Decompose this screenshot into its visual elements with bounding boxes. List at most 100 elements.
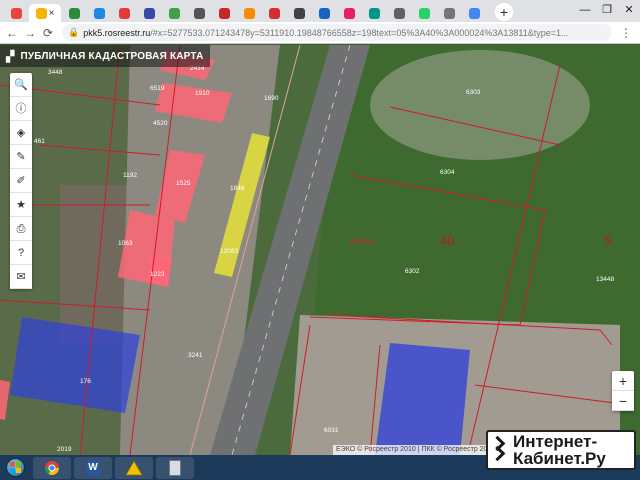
favicon-icon [68, 7, 80, 19]
parcel-label: 6304 [440, 169, 455, 176]
zoom-in-button[interactable]: + [612, 371, 634, 391]
parcel-label: 1223 [150, 271, 165, 278]
favicon-icon [293, 7, 305, 19]
tab-favicon-18[interactable] [437, 4, 461, 22]
tab-favicon-1[interactable] [4, 4, 28, 22]
tab-close-icon[interactable]: × [49, 8, 55, 19]
parcel-label: 461 [34, 138, 45, 145]
parcel-label: 6303 [466, 89, 481, 96]
word-taskbar-icon[interactable]: W [74, 456, 112, 479]
start-button[interactable] [0, 455, 30, 480]
tab-favicon-10[interactable] [237, 4, 261, 22]
favicon-icon [218, 7, 230, 19]
parcel-label: 6031 [324, 427, 339, 434]
parcel-label: 6302 [405, 268, 420, 275]
tab-favicon-19[interactable] [462, 4, 486, 22]
tab-favicon-12[interactable] [287, 4, 311, 22]
satellite-map-canvas[interactable]: 3448 6519 2414 1910 1690 4520 461 1192 1… [0, 45, 640, 455]
parcel-label: 4520 [153, 120, 168, 127]
search-icon[interactable]: 🔍 [10, 73, 32, 97]
tab-favicon-8[interactable] [187, 4, 211, 22]
info-icon[interactable]: ⓘ [10, 97, 32, 121]
new-tab-button[interactable]: + [495, 3, 513, 21]
tab-favicon-5[interactable] [112, 4, 136, 22]
browser-tab-strip: × + [0, 0, 640, 22]
favicon-icon [368, 7, 380, 19]
tab-favicon-13[interactable] [312, 4, 336, 22]
favicon-icon [143, 7, 155, 19]
parcel-label: 1525 [176, 180, 191, 187]
lock-icon: 🔒 [68, 27, 80, 37]
watermark-line-2: Кабинет.Ру [513, 449, 606, 468]
parcel-label: 3241 [188, 352, 203, 359]
chevron-logo-icon [489, 435, 507, 465]
pencil-icon[interactable]: ✎ [10, 145, 32, 169]
reload-button[interactable]: ⟳ [40, 25, 56, 41]
map-toolbar: 🔍 ⓘ ◈ ✎ ✐ ★ ⎙? ✉ [10, 73, 32, 289]
warning-taskbar-icon[interactable] [115, 456, 153, 479]
parcel-label: 6519 [150, 85, 165, 92]
print-icon[interactable]: ⎙ [10, 217, 32, 241]
parcel-label: 13448 [596, 276, 614, 283]
forward-button[interactable]: → [22, 25, 38, 41]
word-icon: W [86, 459, 100, 476]
parcel-label: 176 [80, 378, 91, 385]
parcel-label: 1848 [230, 185, 245, 192]
tab-favicon-17[interactable] [412, 4, 436, 22]
favicon-icon [35, 7, 47, 19]
tab-favicon-14[interactable] [337, 4, 361, 22]
map-clearing [370, 50, 590, 160]
url-host: pkk5.rosreestr.ru [83, 27, 151, 38]
star-icon[interactable]: ★ [10, 193, 32, 217]
tab-favicon-6[interactable] [137, 4, 161, 22]
parcel-label: 1063 [118, 240, 133, 247]
rosreestr-logo-icon: ▞ [6, 50, 15, 63]
favicon-icon [443, 7, 455, 19]
tab-active[interactable]: × [29, 4, 61, 22]
map-title: ПУБЛИЧНАЯ КАДАСТРОВАЯ КАРТА [20, 50, 204, 62]
calculator-taskbar-icon[interactable] [156, 456, 194, 479]
favicon-icon [168, 7, 180, 19]
address-bar[interactable]: 🔒 pkk5.rosreestr.ru /#x=5277533.07124347… [62, 24, 612, 41]
menu-icon[interactable]: ⋮ [618, 25, 634, 41]
back-button[interactable]: ← [4, 25, 20, 41]
zoom-out-button[interactable]: − [612, 391, 634, 411]
tab-favicon-15[interactable] [362, 4, 386, 22]
calculator-icon [169, 459, 181, 476]
map-title-bar: ▞ ПУБЛИЧНАЯ КАДАСТРОВАЯ КАРТА [0, 45, 210, 67]
favicon-icon [318, 7, 330, 19]
watermark-text: Интернет- Кабинет.Ру [513, 433, 606, 467]
tab-favicon-4[interactable] [87, 4, 111, 22]
parcel-label: 1910 [195, 90, 210, 97]
favicon-icon [418, 7, 430, 19]
cadastral-map[interactable]: 3448 6519 2414 1910 1690 4520 461 1192 1… [0, 45, 640, 455]
tab-favicon-16[interactable] [387, 4, 411, 22]
favicon-icon [10, 7, 22, 19]
mail-icon[interactable]: ✉ [10, 265, 32, 289]
tab-favicon-9[interactable] [212, 4, 236, 22]
help-icon[interactable]: ? [10, 241, 32, 265]
parcel-label: 1690 [264, 95, 279, 102]
parcel-label-5: 5 [604, 233, 611, 248]
tab-favicon-7[interactable] [162, 4, 186, 22]
chrome-taskbar-icon[interactable] [33, 456, 71, 479]
favicon-icon [118, 7, 130, 19]
tab-favicon-11[interactable] [262, 4, 286, 22]
minimize-button[interactable]: — [574, 0, 596, 20]
parcel-label: 1192 [123, 172, 137, 179]
window-controls: — ❐ ✕ [574, 0, 640, 20]
map-copyright: ЕЭКО © Росреестр 2010 | ПКК © Росреестр … [333, 445, 499, 455]
layers-icon[interactable]: ◈ [10, 121, 32, 145]
watermark-line-1: Интернет- [513, 432, 598, 451]
windows-logo-icon [5, 458, 25, 477]
ruler-icon[interactable]: ✐ [10, 169, 32, 193]
maximize-button[interactable]: ❐ [596, 0, 618, 20]
zoom-controls: + − [612, 371, 634, 411]
parcel-label-40: 40 [440, 233, 454, 248]
close-window-button[interactable]: ✕ [618, 0, 640, 20]
internet-kabinet-watermark: Интернет- Кабинет.Ру [486, 430, 636, 470]
parcel-label: 3448 [48, 69, 63, 76]
favicon-icon [343, 7, 355, 19]
parcel-label: 2019 [57, 446, 72, 453]
tab-favicon-3[interactable] [62, 4, 86, 22]
